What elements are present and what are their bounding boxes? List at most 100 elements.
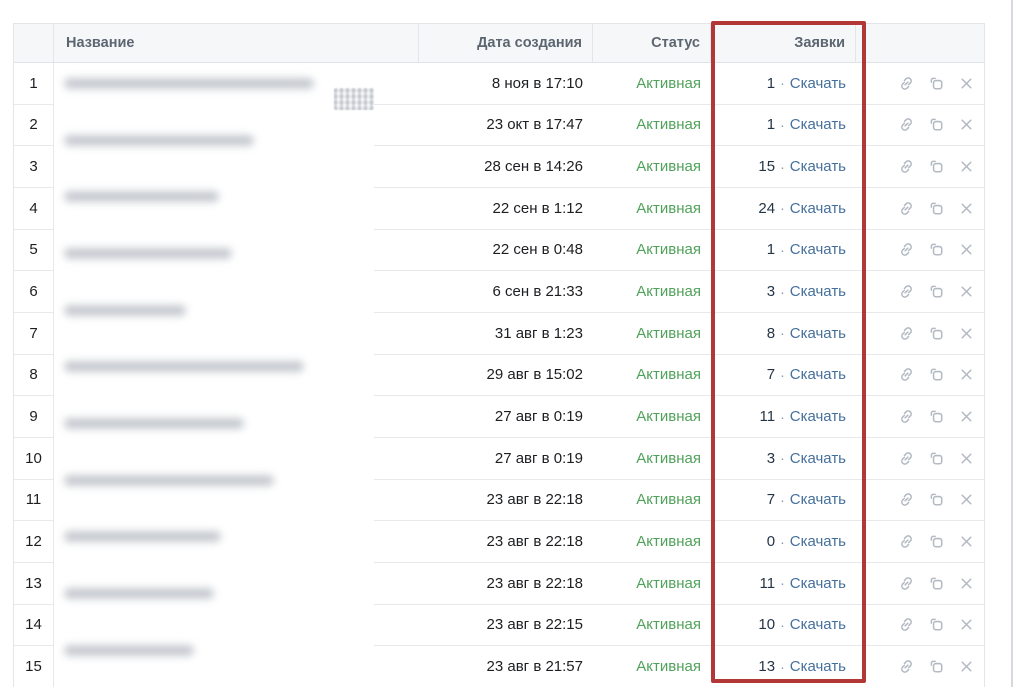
row-actions [856,438,984,479]
download-link[interactable]: Скачать [790,241,846,258]
download-link[interactable]: Скачать [790,575,846,592]
link-icon[interactable] [897,240,916,259]
close-icon[interactable] [957,157,976,176]
header-created: Дата создания [419,24,593,62]
separator-dot: · [780,366,785,383]
status-label: Активная [636,366,701,384]
download-link[interactable]: Скачать [790,366,846,383]
row-index: 6 [14,271,54,312]
status-label: Активная [636,658,701,676]
creation-date: 23 авг в 22:18 [486,533,583,551]
requests-count: 1 [766,241,776,259]
download-link[interactable]: Скачать [790,450,846,467]
download-link[interactable]: Скачать [790,491,846,508]
close-icon[interactable] [957,365,976,384]
close-icon[interactable] [957,615,976,634]
header-name: Название [54,24,419,62]
close-icon[interactable] [957,324,976,343]
blurred-name-row [54,78,374,120]
close-icon[interactable] [957,74,976,93]
close-icon[interactable] [957,240,976,259]
blurred-name-row [54,191,374,233]
link-icon[interactable] [897,532,916,551]
download-link[interactable]: Скачать [790,158,846,175]
copy-icon[interactable] [927,115,946,134]
close-icon[interactable] [957,449,976,468]
close-icon[interactable] [957,532,976,551]
pixelated-censor-block [334,88,374,110]
creation-date: 23 авг в 22:18 [486,491,583,509]
link-icon[interactable] [897,115,916,134]
link-icon[interactable] [897,74,916,93]
header-status: Статус [593,24,711,62]
copy-icon[interactable] [927,240,946,259]
close-icon[interactable] [957,574,976,593]
download-link[interactable]: Скачать [790,616,846,633]
link-icon[interactable] [897,657,916,676]
link-icon[interactable] [897,199,916,218]
copy-icon[interactable] [927,615,946,634]
separator-dot: · [780,491,785,508]
copy-icon[interactable] [927,157,946,176]
requests-count: 3 [766,449,776,467]
copy-icon[interactable] [927,365,946,384]
row-index: 2 [14,104,54,146]
download-link[interactable]: Скачать [790,408,846,425]
close-icon[interactable] [957,115,976,134]
close-icon[interactable] [957,282,976,301]
status-label: Активная [636,574,701,592]
requests-count: 11 [759,574,776,592]
download-link[interactable]: Скачать [790,200,846,217]
download-link[interactable]: Скачать [790,658,846,675]
blurred-name [64,531,221,543]
copy-icon[interactable] [927,449,946,468]
close-icon[interactable] [957,407,976,426]
link-icon[interactable] [897,324,916,343]
link-icon[interactable] [897,449,916,468]
link-icon[interactable] [897,615,916,634]
download-link[interactable]: Скачать [790,283,846,300]
copy-icon[interactable] [927,574,946,593]
download-link[interactable]: Скачать [790,116,846,133]
blurred-name [64,417,244,429]
header-index [14,24,54,62]
copy-icon[interactable] [927,532,946,551]
close-icon[interactable] [957,657,976,676]
row-actions [856,521,984,562]
blurred-name [64,78,314,89]
close-icon[interactable] [957,490,976,509]
blurred-name-row [54,304,374,347]
separator-dot: · [780,158,785,175]
link-icon[interactable] [897,490,916,509]
forms-admin-page: Название Дата создания Статус Заявки 1 8 … [0,0,1018,687]
status-label: Активная [636,491,701,509]
scrollbar-track[interactable] [1011,0,1013,687]
download-link[interactable]: Скачать [790,533,846,550]
row-index: 8 [14,354,54,396]
copy-icon[interactable] [927,74,946,93]
download-link[interactable]: Скачать [790,325,846,342]
link-icon[interactable] [897,574,916,593]
link-icon[interactable] [897,157,916,176]
row-index: 15 [14,646,54,687]
copy-icon[interactable] [927,407,946,426]
copy-icon[interactable] [927,657,946,676]
download-link[interactable]: Скачать [790,75,846,92]
copy-icon[interactable] [927,282,946,301]
blurred-name-row [54,531,374,573]
link-icon[interactable] [897,407,916,426]
link-icon[interactable] [897,282,916,301]
requests-count: 11 [759,408,776,426]
requests-cell: 10 · Скачать [711,605,856,646]
row-actions [856,105,984,146]
blurred-name-row [54,587,374,630]
link-icon[interactable] [897,365,916,384]
copy-icon[interactable] [927,199,946,218]
row-index: 1 [14,63,54,104]
status-label: Активная [636,449,701,467]
copy-icon[interactable] [927,324,946,343]
creation-date: 22 сен в 1:12 [492,199,583,217]
copy-icon[interactable] [927,490,946,509]
close-icon[interactable] [957,199,976,218]
separator-dot: · [780,200,785,217]
